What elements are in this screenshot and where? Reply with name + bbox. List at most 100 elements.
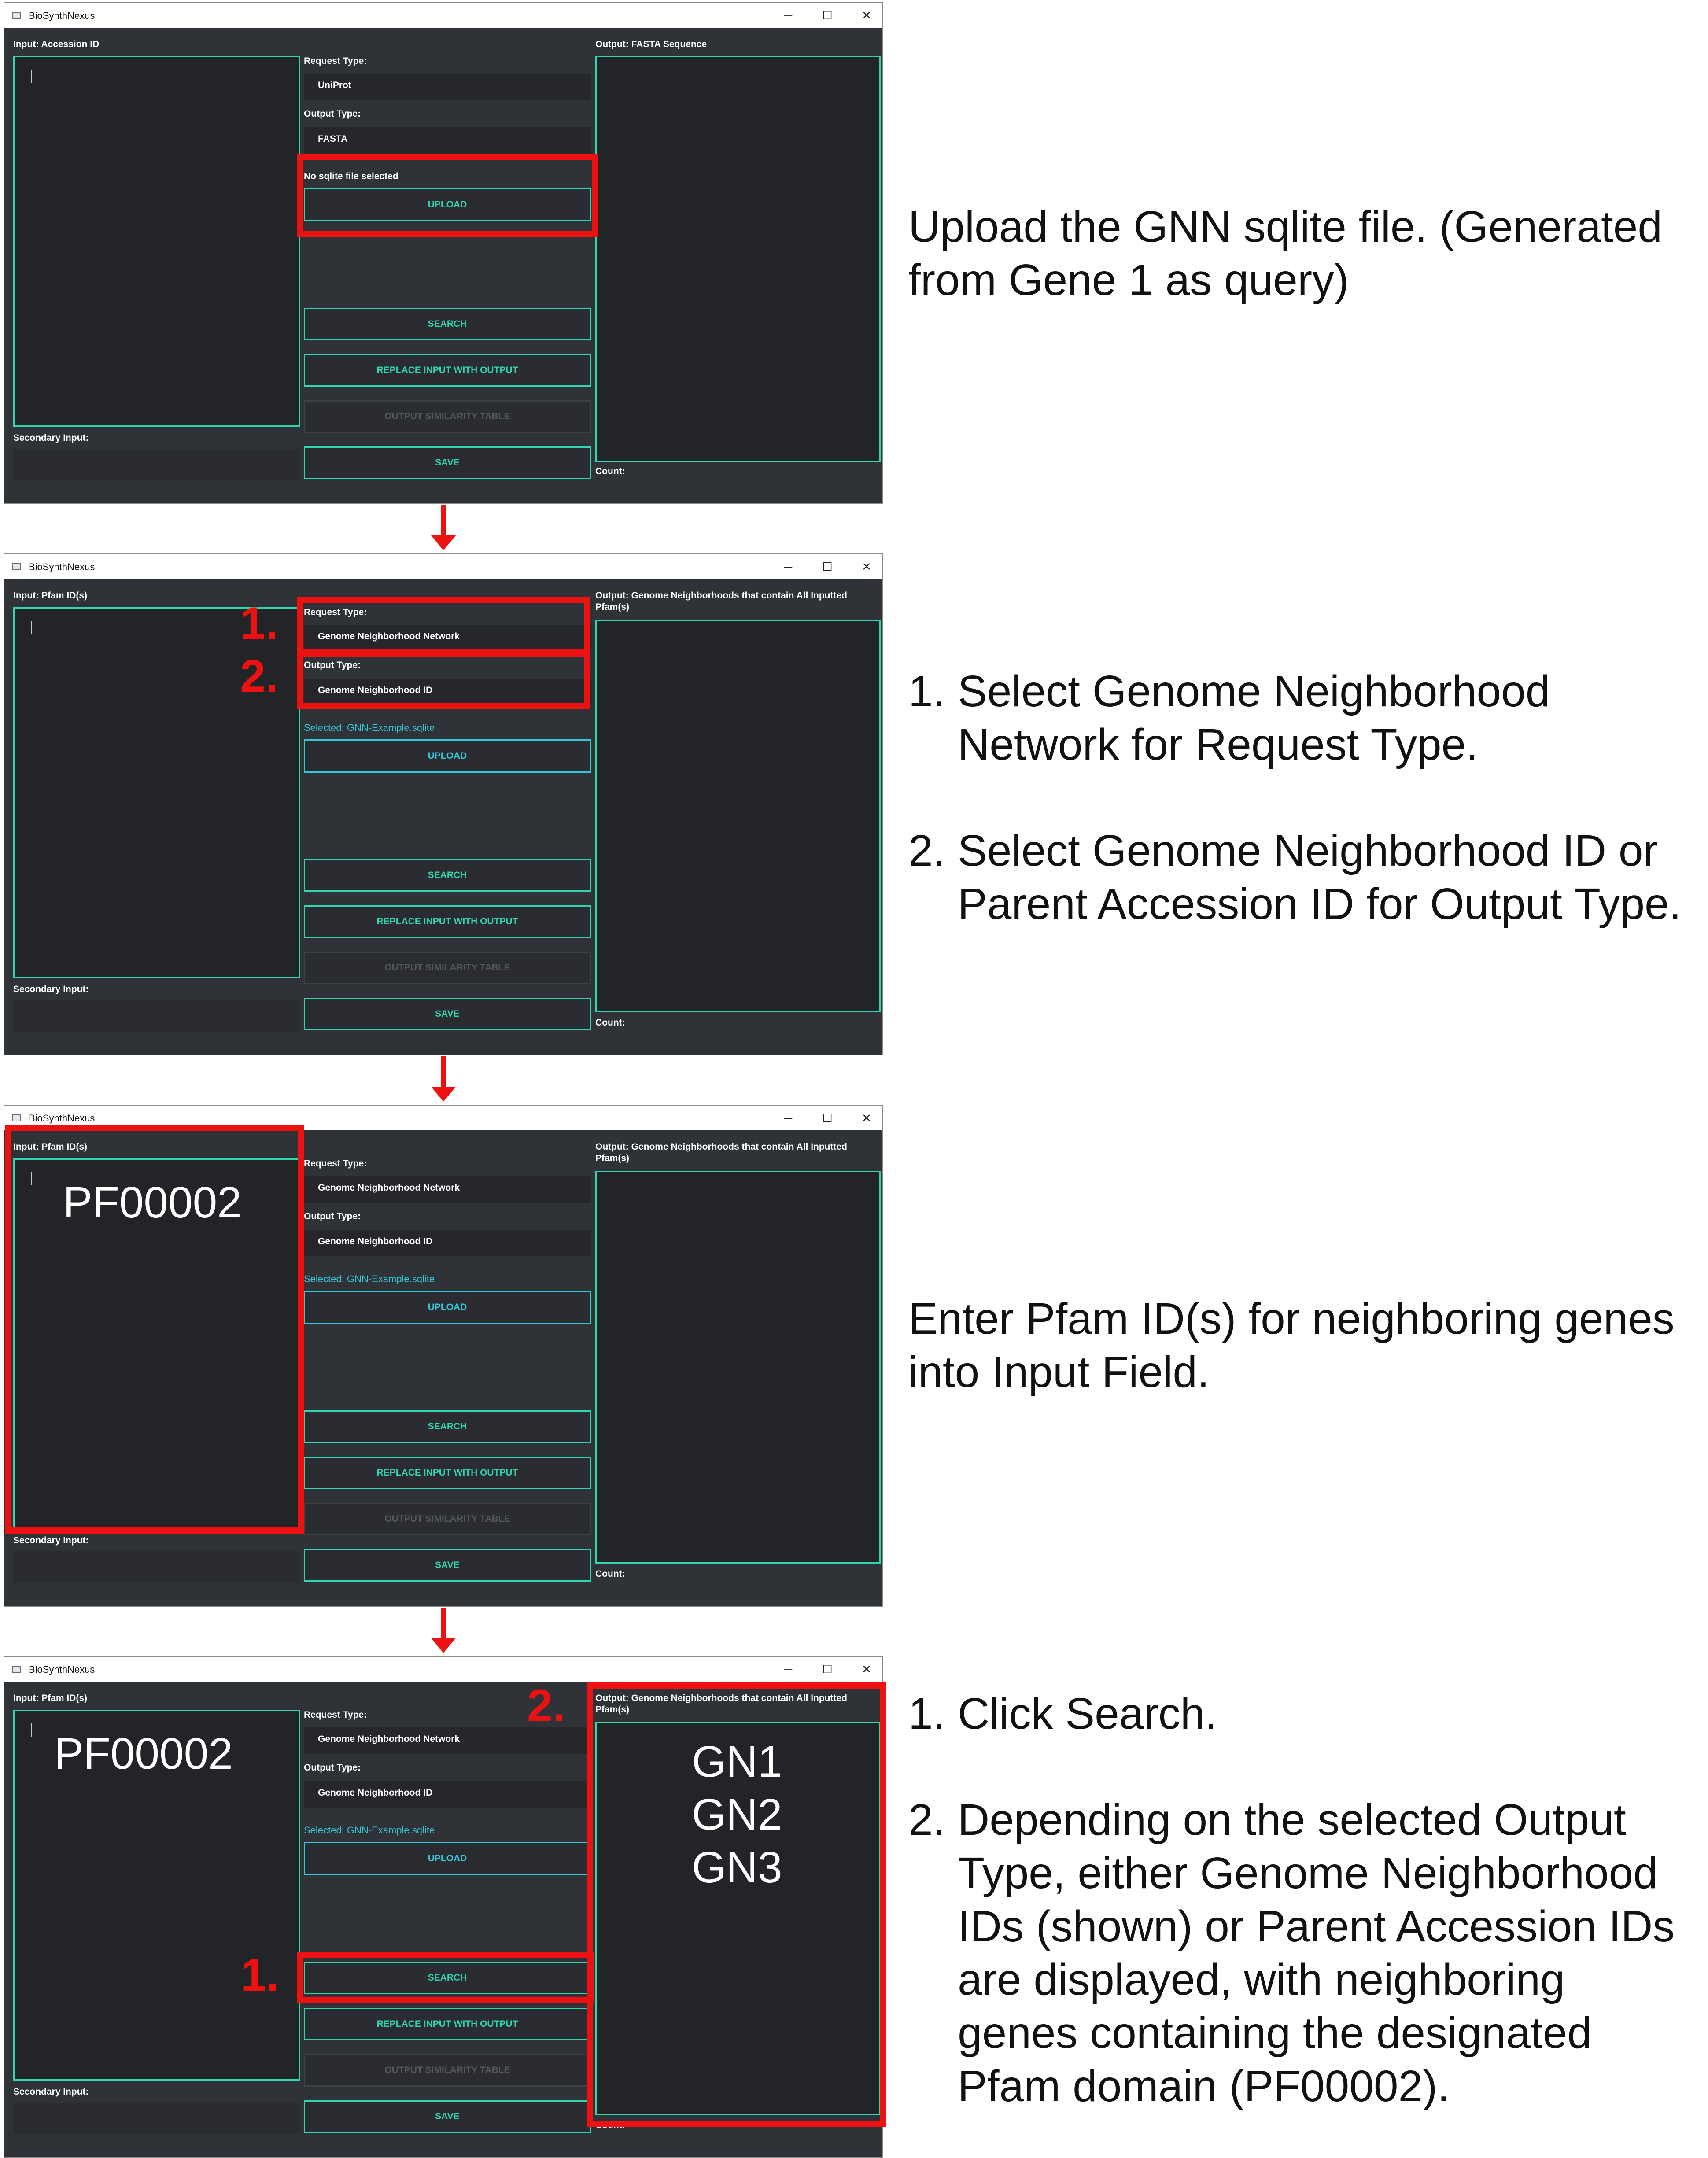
output-type-label: Output Type:: [304, 1763, 361, 1773]
output-type-highlight-box: [297, 650, 590, 709]
app-icon: [12, 563, 21, 570]
desc-item1-text: Select Genome Neighborhood Network for R…: [958, 667, 1550, 769]
desc-item2-text: Depending on the selected Output Type, e…: [958, 1795, 1675, 2111]
replace-input-with-output-button[interactable]: REPLACE INPUT WITH OUTPUT: [304, 2008, 591, 2040]
minimize-button[interactable]: ─: [780, 1661, 796, 1677]
step4-description: 1. Click Search. 2. Depending on the sel…: [908, 1687, 1697, 2113]
maximize-button[interactable]: ☐: [819, 1661, 835, 1677]
upload-button[interactable]: UPLOAD: [304, 1842, 591, 1875]
save-button[interactable]: SAVE: [304, 446, 591, 479]
title-bar: BioSynthNexus ─ ☐ ✕: [4, 554, 882, 579]
minimize-button[interactable]: ─: [780, 7, 796, 23]
request-type-highlight-box: [297, 597, 590, 656]
input-label: Input: Pfam ID(s): [13, 590, 87, 601]
secondary-input-field[interactable]: [13, 449, 300, 480]
close-button[interactable]: ✕: [859, 1110, 874, 1126]
app-icon: [12, 1114, 21, 1121]
close-button[interactable]: ✕: [859, 1661, 874, 1677]
output-textbox[interactable]: [595, 56, 881, 462]
request-type-select[interactable]: Genome Neighborhood Network: [304, 1176, 591, 1203]
step-marker-2: 2.: [240, 651, 278, 702]
secondary-input-field[interactable]: [13, 2103, 300, 2134]
upload-button[interactable]: UPLOAD: [304, 1291, 591, 1324]
close-button[interactable]: ✕: [859, 559, 874, 575]
output-label-line2: Pfam(s): [595, 1153, 630, 1163]
input-textbox[interactable]: PF00002: [13, 1710, 300, 2081]
minimize-button[interactable]: ─: [780, 559, 796, 575]
search-highlight-box: [297, 1952, 594, 2003]
secondary-input-field[interactable]: [13, 1551, 300, 1583]
upload-highlight-box: [297, 154, 598, 237]
desc-item1-number: 1.: [908, 667, 945, 716]
maximize-button[interactable]: ☐: [819, 1110, 835, 1126]
window-title: BioSynthNexus: [29, 10, 95, 21]
minimize-button[interactable]: ─: [780, 1110, 796, 1126]
down-arrow-icon: [431, 1087, 456, 1102]
window-title: BioSynthNexus: [29, 561, 95, 572]
count-label: Count:: [595, 1018, 625, 1028]
app-icon: [12, 1666, 21, 1673]
input-label: Input: Accession ID: [13, 39, 100, 49]
search-button[interactable]: SEARCH: [304, 1410, 591, 1443]
replace-input-with-output-button[interactable]: REPLACE INPUT WITH OUTPUT: [304, 905, 591, 938]
title-bar: BioSynthNexus ─ ☐ ✕: [4, 3, 882, 28]
input-textbox[interactable]: [13, 56, 300, 427]
text-caret: [31, 621, 32, 634]
app-icon: [12, 12, 21, 19]
app-window-step1: BioSynthNexus ─ ☐ ✕ Input: Accession ID …: [4, 2, 883, 504]
step-marker-1: 1.: [240, 598, 278, 649]
desc-item1-number: 1.: [908, 1689, 945, 1738]
search-button[interactable]: SEARCH: [304, 308, 591, 340]
output-similarity-table-button: OUTPUT SIMILARITY TABLE: [304, 2054, 591, 2087]
input-highlight-box: [5, 1125, 304, 1534]
secondary-input-field[interactable]: [13, 1000, 300, 1032]
output-type-select[interactable]: Genome Neighborhood ID: [304, 1230, 591, 1256]
app-window-step4: BioSynthNexus ─ ☐ ✕ Input: Pfam ID(s) PF…: [4, 1656, 886, 2158]
save-button[interactable]: SAVE: [304, 998, 591, 1030]
upload-button[interactable]: UPLOAD: [304, 739, 591, 773]
step-marker-2: 2.: [527, 1680, 565, 1731]
output-highlight-box: [587, 1682, 886, 2127]
output-textbox[interactable]: [595, 1171, 881, 1564]
output-similarity-table-button: OUTPUT SIMILARITY TABLE: [304, 400, 591, 433]
output-label: Output: FASTA Sequence: [595, 39, 707, 49]
desc-item1-text: Click Search.: [958, 1689, 1217, 1738]
output-similarity-table-button: OUTPUT SIMILARITY TABLE: [304, 952, 591, 984]
desc-item2-number: 2.: [908, 1795, 945, 1844]
secondary-input-label: Secondary Input:: [13, 984, 89, 994]
window-title: BioSynthNexus: [29, 1664, 95, 1675]
desc-item2-number: 2.: [908, 826, 945, 875]
save-button[interactable]: SAVE: [304, 2100, 591, 2133]
file-status-label: Selected: GNN-Example.sqlite: [304, 1273, 435, 1284]
request-type-select[interactable]: UniProt: [304, 74, 591, 100]
step2-description: 1. Select Genome Neighborhood Network fo…: [908, 665, 1697, 931]
window-title: BioSynthNexus: [29, 1113, 95, 1124]
secondary-input-label: Secondary Input:: [13, 433, 89, 443]
step-marker-1: 1.: [241, 1950, 279, 2001]
output-textbox[interactable]: [595, 620, 881, 1012]
file-status-label: Selected: GNN-Example.sqlite: [304, 722, 435, 733]
output-type-select[interactable]: Genome Neighborhood ID: [304, 1781, 591, 1808]
down-arrow-icon: [431, 535, 456, 550]
count-label: Count:: [595, 466, 625, 476]
output-label: Output: Genome Neighborhoods that contai…: [595, 1142, 848, 1152]
save-button[interactable]: SAVE: [304, 1549, 591, 1582]
text-caret: [31, 70, 32, 83]
output-type-select[interactable]: FASTA: [304, 127, 591, 154]
secondary-input-label: Secondary Input:: [13, 1535, 89, 1546]
search-button[interactable]: SEARCH: [304, 859, 591, 892]
replace-input-with-output-button[interactable]: REPLACE INPUT WITH OUTPUT: [304, 1457, 591, 1489]
output-label-line2: Pfam(s): [595, 602, 630, 612]
app-window-step3: BioSynthNexus ─ ☐ ✕ Input: Pfam ID(s) PF…: [4, 1105, 883, 1607]
output-type-label: Output Type:: [304, 1211, 361, 1221]
input-label: Input: Pfam ID(s): [13, 1693, 87, 1703]
replace-input-with-output-button[interactable]: REPLACE INPUT WITH OUTPUT: [304, 354, 591, 387]
request-type-label: Request Type:: [304, 1158, 367, 1169]
output-similarity-table-button: OUTPUT SIMILARITY TABLE: [304, 1503, 591, 1535]
maximize-button[interactable]: ☐: [819, 559, 835, 575]
down-arrow-icon: [431, 1638, 456, 1653]
close-button[interactable]: ✕: [859, 7, 874, 23]
maximize-button[interactable]: ☐: [819, 7, 835, 23]
request-type-label: Request Type:: [304, 1710, 367, 1720]
secondary-input-label: Secondary Input:: [13, 2087, 89, 2097]
